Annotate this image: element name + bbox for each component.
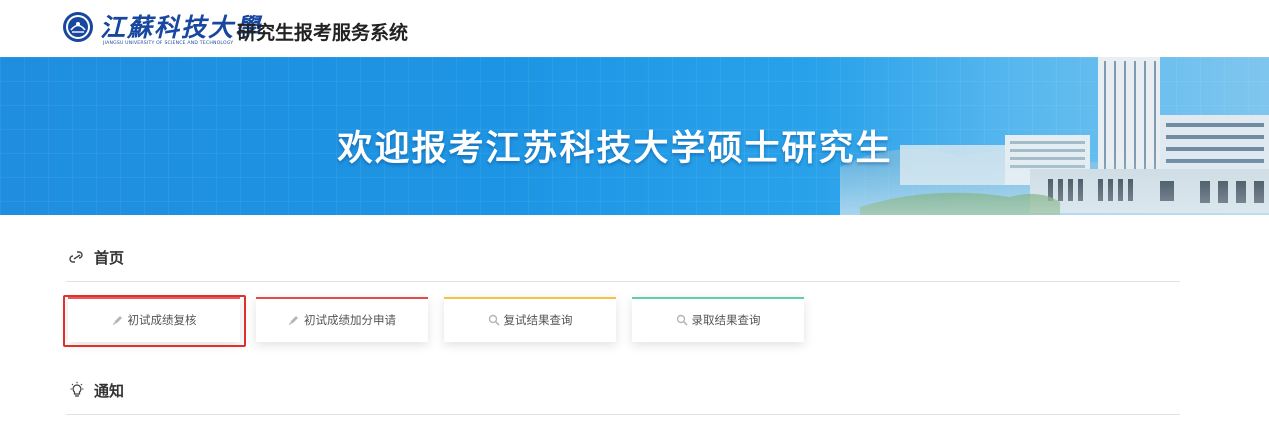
- card-accent-bar: [256, 297, 428, 299]
- card-accent-bar: [444, 297, 616, 299]
- quick-link-label: 复试结果查询: [503, 312, 573, 327]
- quick-link-label: 录取结果查询: [691, 312, 761, 327]
- lightbulb-icon: [70, 381, 84, 397]
- welcome-banner: 欢迎报考江苏科技大学硕士研究生: [0, 57, 1269, 215]
- university-english-name: JIANGSU UNIVERSITY OF SCIENCE AND TECHNO…: [103, 41, 234, 46]
- home-section-header: 首页: [68, 246, 124, 268]
- quick-link-admission-result[interactable]: 录取结果查询: [632, 297, 804, 342]
- quick-link-label: 初试成绩加分申请: [304, 312, 396, 327]
- home-section-divider: [66, 281, 1180, 282]
- link-icon: [69, 251, 83, 263]
- search-icon: [488, 314, 500, 326]
- top-header: 江蘇科技大學 JIANGSU UNIVERSITY OF SCIENCE AND…: [0, 0, 1269, 56]
- notice-section-title: 通知: [94, 381, 125, 400]
- home-section-title: 首页: [94, 248, 125, 267]
- selected-card-highlight: [63, 295, 246, 347]
- system-title: 研究生报考服务系统: [237, 22, 409, 44]
- banner-welcome-title: 欢迎报考江苏科技大学硕士研究生: [337, 129, 893, 169]
- quick-link-bonus-application[interactable]: 初试成绩加分申请: [256, 297, 428, 342]
- search-icon: [676, 314, 688, 326]
- pencil-icon: [289, 315, 298, 325]
- notice-section-divider: [66, 414, 1180, 415]
- card-accent-bar: [632, 297, 804, 299]
- university-emblem-icon[interactable]: [62, 11, 94, 43]
- notice-section-header: 通知: [68, 379, 124, 401]
- quick-link-retest-result[interactable]: 复试结果查询: [444, 297, 616, 342]
